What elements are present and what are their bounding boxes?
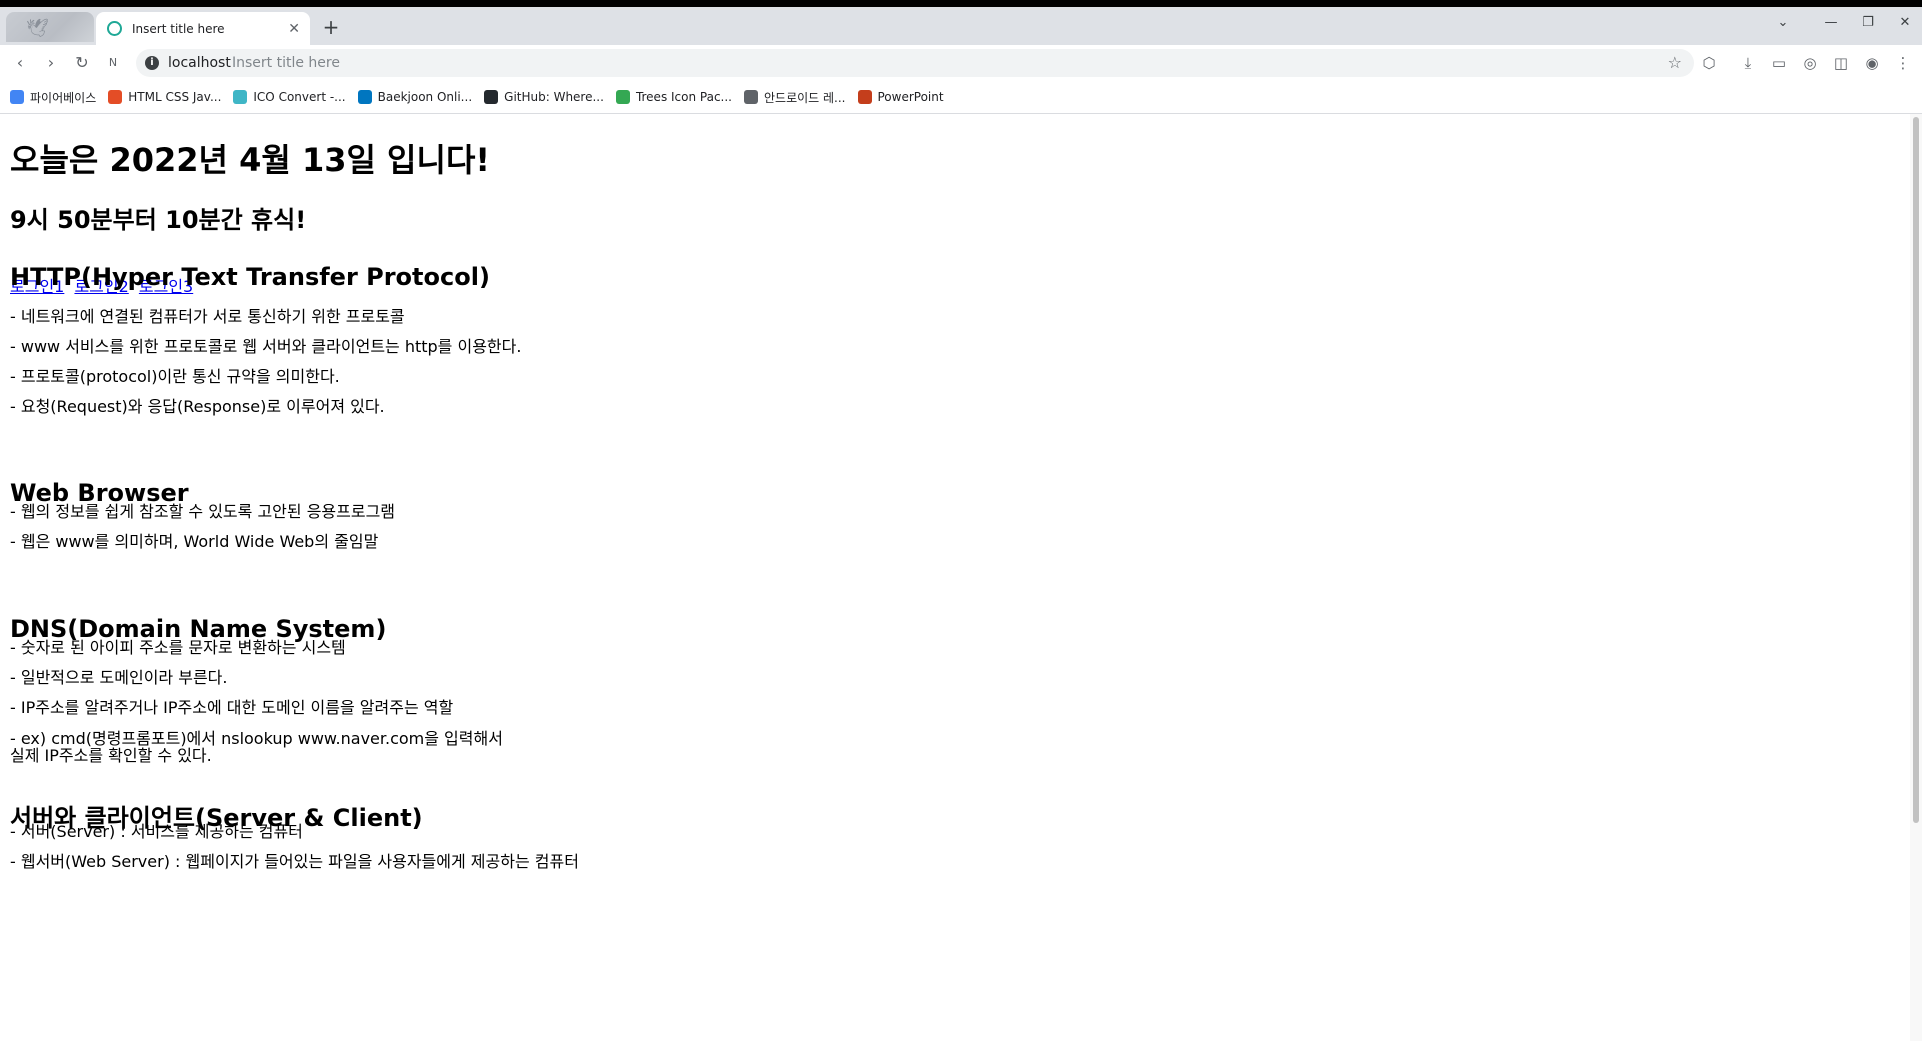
close-window-button[interactable]: ✕ <box>1882 7 1922 39</box>
tab-active[interactable]: Insert title here ✕ <box>96 12 310 45</box>
section-line: - 네트워크에 연결된 컴퓨터가 서로 통신하기 위한 프로토콜 <box>10 307 405 326</box>
section-line: - 서버(Server) : 서비스를 제공하는 컴퓨터 <box>10 822 303 841</box>
toolbar: ‹ › ↻ N i localhost Insert title here ☆ … <box>0 45 1922 81</box>
extensions-icon[interactable]: ⬡ <box>1696 50 1722 76</box>
scrollbar-thumb[interactable] <box>1913 117 1919 823</box>
section-line: 실제 IP주소를 확인할 수 있다. <box>10 746 212 765</box>
bookmark-label: Baekjoon Onli... <box>377 90 473 104</box>
bookmark-favicon-icon <box>108 90 123 104</box>
bookmark-favicon-icon <box>857 90 872 104</box>
bookmarks-bar: 파이어베이스 HTML CSS Jav... ICO Convert -... Bae… <box>0 81 1922 114</box>
bookmark-item[interactable]: Baekjoon Onli... <box>357 90 473 104</box>
info-icon[interactable]: i <box>145 56 159 70</box>
bookmark-item[interactable]: GitHub: Where... <box>484 90 604 104</box>
bookmark-favicon-icon <box>233 90 248 104</box>
bookmark-label: PowerPoint <box>877 90 944 104</box>
bookmark-label: Trees Icon Pac... <box>635 90 732 104</box>
bookmark-label: HTML CSS Jav... <box>128 90 222 104</box>
profile-icon[interactable]: ◉ <box>1859 50 1885 76</box>
bookmark-item[interactable]: Trees Icon Pac... <box>615 90 732 104</box>
section-line: - IP주소를 알려주거나 IP주소에 대한 도메인 이름을 알려주는 역할 <box>10 698 454 717</box>
tab-search-chevron-icon[interactable]: ⌄ <box>1760 7 1806 39</box>
bookmark-favicon-icon <box>357 90 372 104</box>
browser-window: 🕊 Insert title here ✕ + ⌄ — ❐ ✕ ‹ › ↻ N … <box>0 7 1922 1041</box>
bookmark-label: GitHub: Where... <box>504 90 604 104</box>
section-line: - 숫자로 된 아이피 주소를 문자로 변환하는 시스템 <box>10 638 346 657</box>
new-tab-button[interactable]: + <box>318 14 344 40</box>
screen-cast-icon[interactable]: ▭ <box>1766 50 1792 76</box>
bookmark-label: 안드로이드 레... <box>764 90 846 105</box>
bookmark-label: ICO Convert -... <box>253 90 346 104</box>
screenshot-icon[interactable]: ◎ <box>1797 50 1823 76</box>
menu-kebab-icon[interactable]: ⋮ <box>1890 50 1916 76</box>
bookmark-favicon-icon <box>744 90 758 104</box>
bookmark-item[interactable]: 파이어베이스 <box>10 89 96 106</box>
notion-icon[interactable]: N <box>100 50 126 76</box>
page-heading: 오늘은 2022년 4월 13일 입니다! <box>10 141 490 179</box>
address-page-title: Insert title here <box>232 55 340 71</box>
section-line: - 프로토콜(protocol)이란 통신 규약을 의미한다. <box>10 367 340 386</box>
tab-strip: 🕊 Insert title here ✕ + ⌄ — ❐ ✕ <box>0 7 1922 45</box>
bookmark-favicon-icon <box>615 90 630 104</box>
back-button[interactable]: ‹ <box>7 50 33 76</box>
page-viewport: 오늘은 2022년 4월 13일 입니다! 9시 50분부터 10분간 휴식! … <box>0 114 1910 1041</box>
bookmark-star-icon[interactable]: ☆ <box>1668 53 1682 72</box>
section-line: - 요청(Request)와 응답(Response)로 이루어져 있다. <box>10 397 385 416</box>
page-subheading: 9시 50분부터 10분간 휴식! <box>10 206 307 234</box>
tab-thumbnail[interactable]: 🕊 <box>6 12 94 42</box>
page-scrollbar[interactable] <box>1910 114 1922 1041</box>
bookmark-favicon-icon <box>484 90 499 104</box>
section-line: - www 서비스를 위한 프로토콜로 웹 서버와 클라이언트는 http를 이… <box>10 337 522 356</box>
section-line: - 웹서버(Web Server) : 웹페이지가 들어있는 파일을 사용자들에… <box>10 852 579 871</box>
section-title-http: HTTP(Hyper Text Transfer Protocol) <box>10 263 490 291</box>
side-panel-icon[interactable]: ◫ <box>1828 50 1854 76</box>
close-tab-icon[interactable]: ✕ <box>288 21 300 37</box>
bookmark-favicon-icon <box>10 90 24 104</box>
section-line: - 웹의 정보를 쉽게 참조할 수 있도록 고안된 응용프로그램 <box>10 502 396 521</box>
reload-button[interactable]: ↻ <box>69 50 95 76</box>
bird-icon: 🕊 <box>26 18 49 39</box>
bookmark-item[interactable]: PowerPoint <box>857 90 944 104</box>
section-line: - 웹은 www를 의미하며, World Wide Web의 줄임말 <box>10 532 379 551</box>
globe-icon <box>107 21 122 36</box>
address-bar[interactable]: i localhost Insert title here ☆ <box>136 49 1694 77</box>
bookmark-item[interactable]: ICO Convert -... <box>233 90 346 104</box>
forward-button[interactable]: › <box>38 50 64 76</box>
section-line: - 일반적으로 도메인이라 부른다. <box>10 668 228 687</box>
bookmark-label: 파이어베이스 <box>30 90 97 105</box>
address-host: localhost <box>168 55 231 71</box>
bookmark-item[interactable]: HTML CSS Jav... <box>108 90 221 104</box>
download-icon[interactable]: ⤓ <box>1735 50 1761 76</box>
bookmark-item[interactable]: 안드로이드 레... <box>744 89 846 106</box>
tab-title: Insert title here <box>132 21 225 36</box>
